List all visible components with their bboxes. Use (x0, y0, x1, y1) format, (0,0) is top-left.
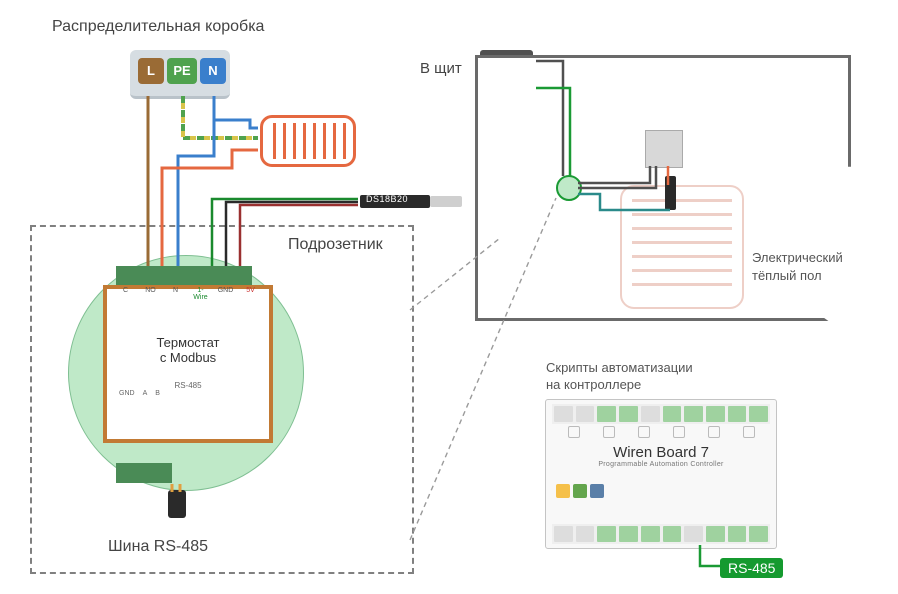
room-relay-box (645, 130, 683, 168)
thermostat-title-1: Термостат (156, 335, 219, 350)
rs485-bus-label: Шина RS-485 (108, 538, 208, 556)
wallbox-label: Подрозетник (288, 236, 383, 254)
heater-element (260, 115, 356, 167)
wirenboard-controller: Wiren Board 7 Programmable Automation Co… (545, 399, 777, 549)
thermostat-device: C NO N 1-Wire GND 5V Термостат с Modbus … (103, 285, 273, 443)
thermostat-title-2: с Modbus (160, 350, 216, 365)
ds18b20-tip (430, 196, 462, 207)
controller-caption-1: Скрипты автоматизации (546, 360, 693, 375)
floor-heat-label-1: Электрический (752, 250, 843, 265)
controller-name: Wiren Board 7 (556, 444, 766, 461)
to-panel-label: В щит (420, 60, 462, 77)
junction-box-title: Распределительная коробка (52, 18, 264, 36)
terminal-pe: PE (167, 58, 197, 84)
floor-heating-mat (620, 185, 744, 309)
room-wallbox-node (556, 175, 582, 201)
junction-box: L PE N (130, 50, 230, 99)
terminal-n: N (200, 58, 226, 84)
thermostat-pin-labels: C NO N 1-Wire GND 5V (113, 287, 263, 309)
floor-temp-probe (665, 176, 676, 210)
badge-rs485-bottom: RS-485 (720, 558, 783, 578)
controller-subtitle: Programmable Automation Controller (556, 461, 766, 468)
thermostat-bottom-terminals (116, 463, 172, 483)
rs485-cable-plug (168, 490, 186, 518)
terminal-l: L (138, 58, 164, 84)
thermostat-top-terminals (116, 266, 252, 286)
controller-caption-2: на контроллере (546, 377, 641, 392)
ds18b20-label: DS18B20 (366, 194, 408, 204)
floor-heat-label-2: тёплый пол (752, 268, 822, 283)
thermostat-bus-label: RS-485 (115, 381, 261, 390)
